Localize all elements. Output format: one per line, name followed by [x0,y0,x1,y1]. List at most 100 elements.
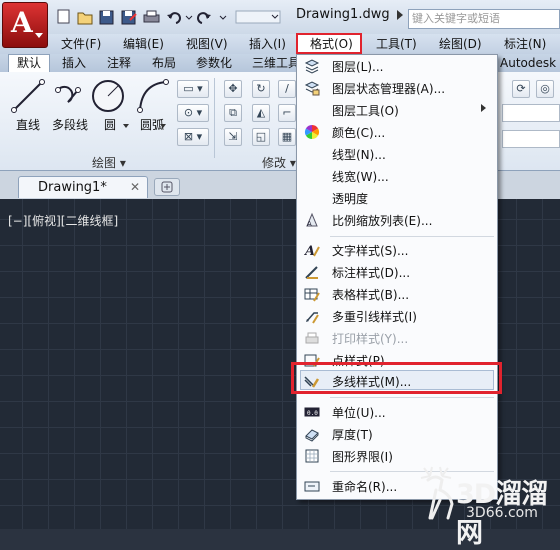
scale-tool-button[interactable]: ◱ [252,128,270,146]
tool-polyline-label[interactable]: 多段线 [52,116,88,133]
menu-item-label: 多重引线样式(I) [332,310,417,324]
search-expand-icon[interactable] [397,10,403,20]
menu-item-label: 图层(L)... [332,60,384,74]
menu-file[interactable]: 文件(F) [61,34,101,54]
menu-item-scale-list[interactable]: A 比例缩放列表(E)... [298,209,496,231]
tab-autodesk[interactable]: Autodesk 3 [500,54,560,88]
menu-item-label: 单位(U)... [332,406,386,420]
tool-circle-label[interactable]: 圆 [104,116,116,133]
layer-match-button[interactable]: ◎ [536,80,554,98]
menu-item-label: 比例缩放列表(E)... [332,214,433,228]
menu-item-thickness[interactable]: 厚度(T) [298,423,496,445]
tab-default[interactable]: 默认 [17,54,41,72]
menu-format[interactable]: 格式(O) [310,34,353,54]
print-icon[interactable] [143,10,160,23]
menu-item-linetype[interactable]: 线型(N)... [298,143,496,165]
menu-item-label: 厚度(T) [332,428,373,442]
menu-item-lineweight[interactable]: 线宽(W)... [298,165,496,187]
copy-tool-button[interactable]: ⧉ [224,104,242,122]
saveas-icon[interactable] [121,10,137,25]
menu-separator [330,397,494,398]
mirror-tool-button[interactable]: ◭ [252,104,270,122]
workspace-dropdown[interactable] [235,10,281,24]
tab-annotate[interactable]: 注释 [107,54,131,72]
svg-text:A: A [307,220,312,228]
property-dropdown[interactable] [502,130,560,148]
annotation-highlight-box [291,362,502,394]
tab-layout[interactable]: 布局 [152,54,176,72]
polyline-tool-icon[interactable] [55,85,81,103]
gradient-tool-button[interactable]: ⊠ ▾ [177,128,209,146]
menu-item-label: 文字样式(S)... [332,244,409,258]
viewport-controls-label[interactable]: [−][俯视][二维线框] [8,212,118,229]
search-input[interactable] [409,10,560,27]
svg-text:0.0: 0.0 [307,410,318,417]
move-tool-button[interactable]: ✥ [224,80,242,98]
menu-item-label: 图形界限(I) [332,450,393,464]
table-style-icon [304,288,320,302]
menu-item-mleader-style[interactable]: 多重引线样式(I) [298,305,496,327]
tool-line-label[interactable]: 直线 [16,116,40,133]
menu-item-units[interactable]: 0.0 单位(U)... [298,401,496,423]
menu-tools[interactable]: 工具(T) [376,34,417,54]
circle-tool-icon[interactable] [92,80,124,112]
menu-item-plot-style: 打印样式(Y)... [298,327,496,349]
hatch-tool-button[interactable]: ⊙ ▾ [177,104,209,122]
save-icon[interactable] [99,10,114,25]
rotate-tool-button[interactable]: ↻ [252,80,270,98]
svg-text:A: A [304,244,315,258]
rename-icon [304,481,320,492]
search-box[interactable] [408,9,560,29]
panel-modify-title[interactable]: 修改 ▾ [262,154,296,171]
fillet-tool-button[interactable]: ⌐ [278,104,296,122]
quick-access-toolbar [57,9,281,25]
chevron-down-icon[interactable] [123,124,129,128]
menu-view[interactable]: 视图(V) [186,34,228,54]
chevron-down-icon[interactable] [185,15,193,20]
tab-3d-tools[interactable]: 三维工具 [252,54,300,72]
menu-item-color[interactable]: 颜色(C)... [298,121,496,143]
menu-item-transparency[interactable]: 透明度 [298,187,496,209]
menu-item-dim-style[interactable]: 标注样式(D)... [298,261,496,283]
rectangle-tool-button[interactable]: ▭ ▾ [177,80,209,98]
menu-draw[interactable]: 绘图(D) [439,34,482,54]
close-icon[interactable]: ✕ [130,180,140,194]
chevron-down-icon[interactable] [219,15,227,20]
menu-item-layer-tools[interactable]: 图层工具(O) [298,99,496,121]
panel-draw-title[interactable]: 绘图 ▾ [92,154,126,171]
application-menu-button[interactable]: A [2,2,48,48]
arc-tool-icon[interactable] [137,79,169,113]
menu-edit[interactable]: 编辑(E) [123,34,164,54]
menu-item-label: 图层状态管理器(A)... [332,82,446,96]
file-tab-label[interactable]: Drawing1* [38,180,107,195]
layer-tool-button[interactable]: ⟳ [512,80,530,98]
menu-item-table-style[interactable]: 表格样式(B)... [298,283,496,305]
stretch-tool-button[interactable]: ⇲ [224,128,242,146]
deer-logo-icon [420,466,454,520]
menu-item-drawing-limits[interactable]: 图形界限(I) [298,445,496,467]
mleader-style-icon [306,312,319,324]
scale-list-icon: A [306,212,318,228]
menu-item-layer-state-manager[interactable]: 图层状态管理器(A)... [298,77,496,99]
tab-insert[interactable]: 插入 [62,54,86,72]
menu-item-label: 线型(N)... [332,148,386,162]
redo-icon[interactable] [197,12,211,24]
menu-item-label: 图层工具(O) [332,104,399,118]
menu-item-layer[interactable]: 图层(L)... [298,55,496,77]
menu-item-text-style[interactable]: A 文字样式(S)... [298,239,496,261]
new-tab-button[interactable] [154,178,180,196]
layer-dropdown[interactable] [502,104,560,122]
menu-item-label: 颜色(C)... [332,126,386,140]
menu-insert[interactable]: 插入(I) [249,34,286,54]
text-style-icon: A [304,244,320,258]
line-tool-icon[interactable] [11,79,45,113]
new-icon[interactable] [57,9,70,24]
dim-style-icon [305,266,318,279]
undo-icon[interactable] [167,12,181,24]
trim-tool-button[interactable]: / [278,80,296,98]
chevron-down-icon[interactable] [160,124,166,128]
open-icon[interactable] [77,12,93,25]
tab-parametric[interactable]: 参数化 [196,54,232,72]
array-tool-button[interactable]: ▦ [278,128,296,146]
menu-dimension[interactable]: 标注(N) [504,34,546,54]
